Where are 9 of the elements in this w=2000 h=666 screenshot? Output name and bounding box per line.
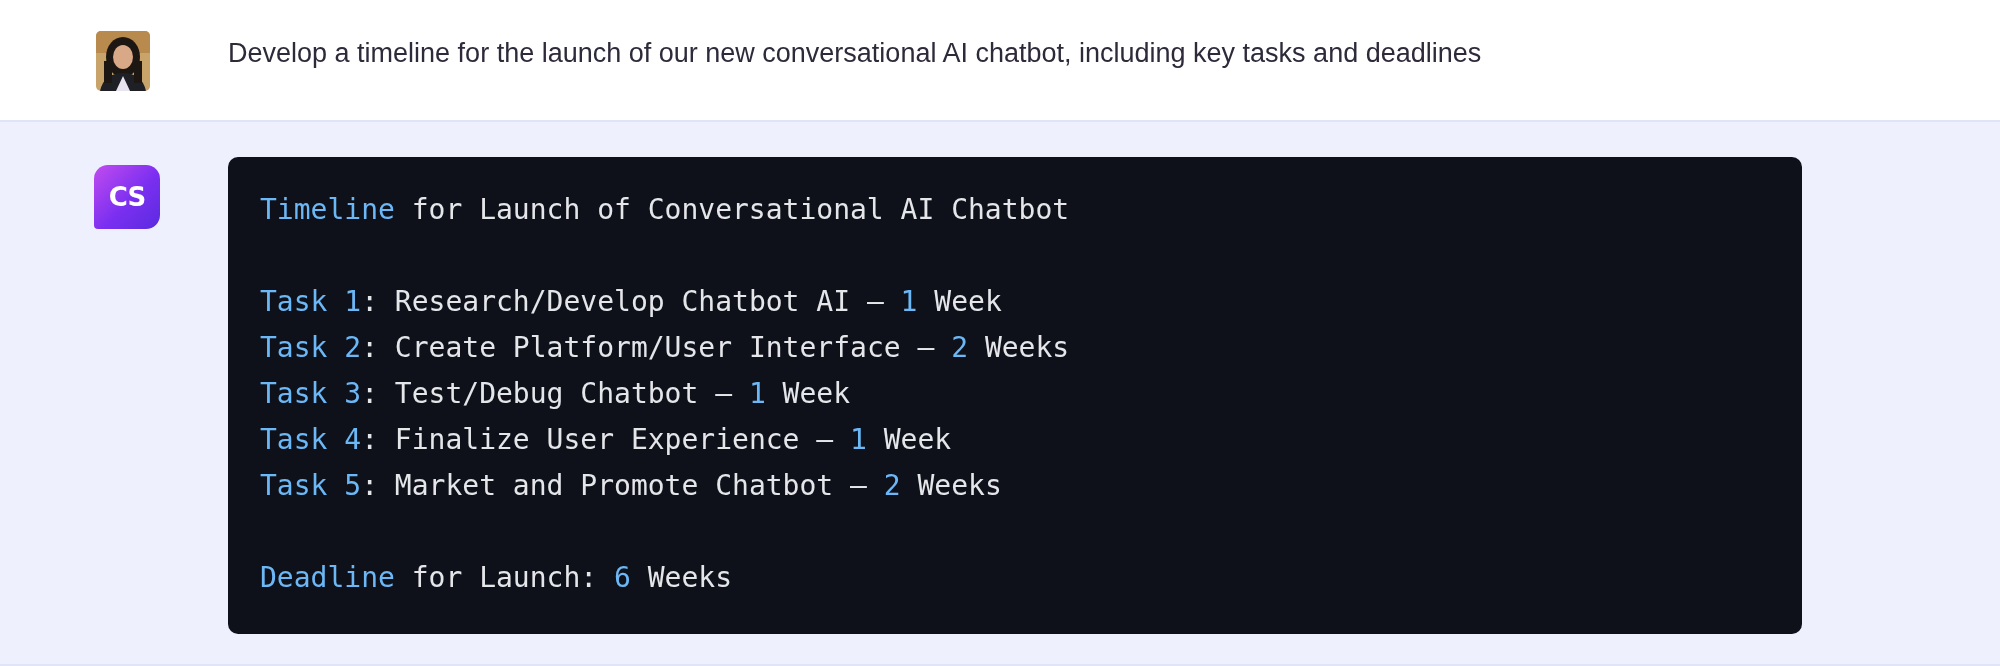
code-line: Task 5: Market and Promote Chatbot – 2 Weeks [260,468,1002,504]
code-line: Timeline for Launch of Conversational AI Chatbot [260,192,1070,228]
code-line: Task 4: Finalize User Experience – 1 Week [260,422,952,458]
code-line: Task 2: Create Platform/User Interface – 2 Weeks [260,330,1070,366]
prompt-text: Develop a timeline for the launch of our new conversational AI chatbot, including key tasks and deadlines [228,38,1482,69]
code-line: Task 3: Test/Debug Chatbot – 1 Week [260,376,851,412]
app-logo: CS [94,165,160,229]
code-line: Task 1: Research/Develop Chatbot AI – 1 Week [260,284,1002,320]
code-line: Deadline for Launch: 6 Weeks [260,560,733,596]
